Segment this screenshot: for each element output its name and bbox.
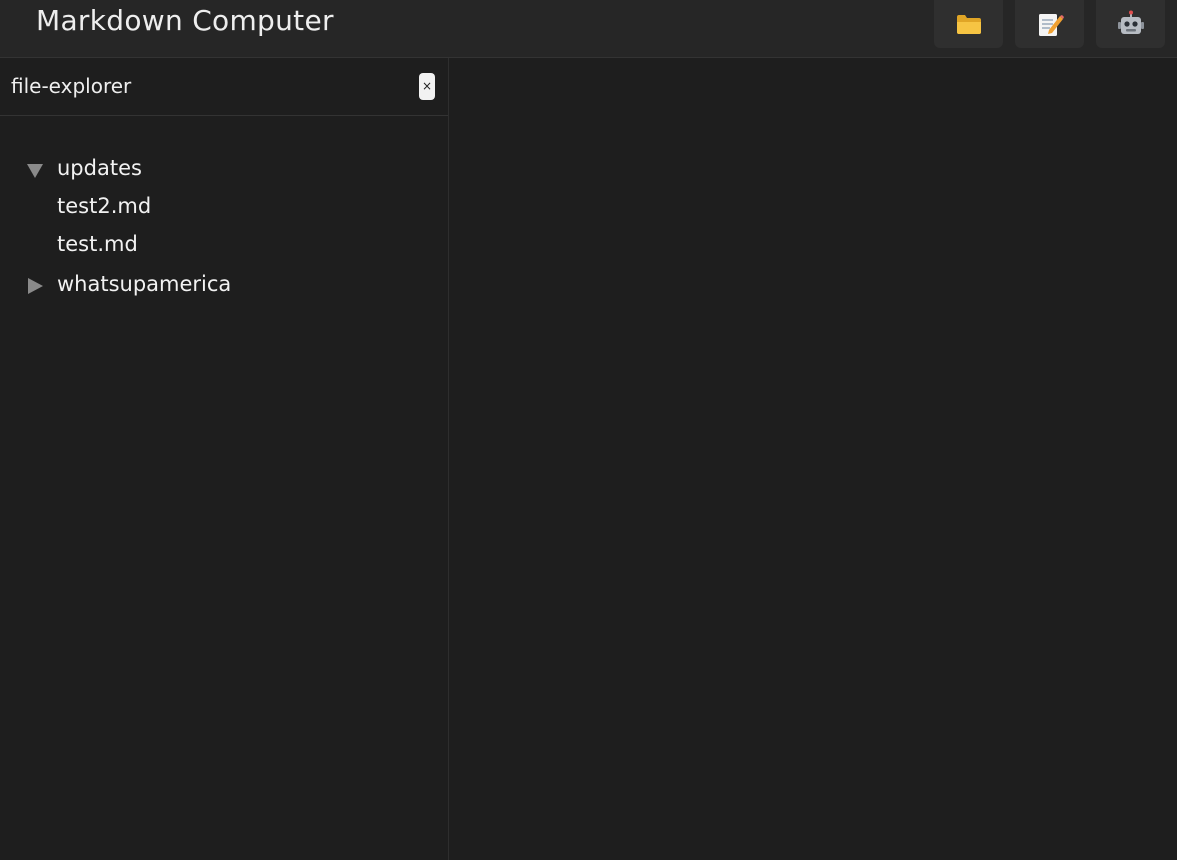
chevron-right-icon xyxy=(26,277,44,295)
close-panel-button[interactable]: × xyxy=(419,73,435,100)
file-explorer-panel: file-explorer × updates test2.md test.md… xyxy=(0,58,449,860)
assistant-button[interactable] xyxy=(1096,0,1165,48)
panel-header: file-explorer × xyxy=(0,58,448,116)
file-tree: updates test2.md test.md whatsupamerica xyxy=(0,150,449,306)
editor-button[interactable] xyxy=(1015,0,1084,48)
robot-icon xyxy=(1116,10,1146,38)
tree-item-label: test2.md xyxy=(57,194,152,218)
memo-icon xyxy=(1036,10,1064,38)
tree-folder-whatsupamerica[interactable]: whatsupamerica xyxy=(0,266,449,306)
tree-file-test2[interactable]: test2.md xyxy=(0,190,449,228)
panel-title: file-explorer xyxy=(11,74,132,98)
editor-area xyxy=(449,58,1177,860)
toolbar xyxy=(934,0,1165,48)
tree-item-label: updates xyxy=(57,156,142,180)
top-bar: Markdown Computer xyxy=(0,0,1177,58)
app-title: Markdown Computer xyxy=(36,4,334,37)
tree-item-label: test.md xyxy=(57,232,138,256)
tree-file-test[interactable]: test.md xyxy=(0,228,449,266)
app-window: Markdown Computer file-explorer × update… xyxy=(0,0,1177,860)
tree-item-label: whatsupamerica xyxy=(57,272,232,296)
file-explorer-button[interactable] xyxy=(934,0,1003,48)
chevron-down-icon xyxy=(26,161,44,179)
tree-folder-updates[interactable]: updates xyxy=(0,150,449,190)
folder-icon xyxy=(955,12,983,36)
